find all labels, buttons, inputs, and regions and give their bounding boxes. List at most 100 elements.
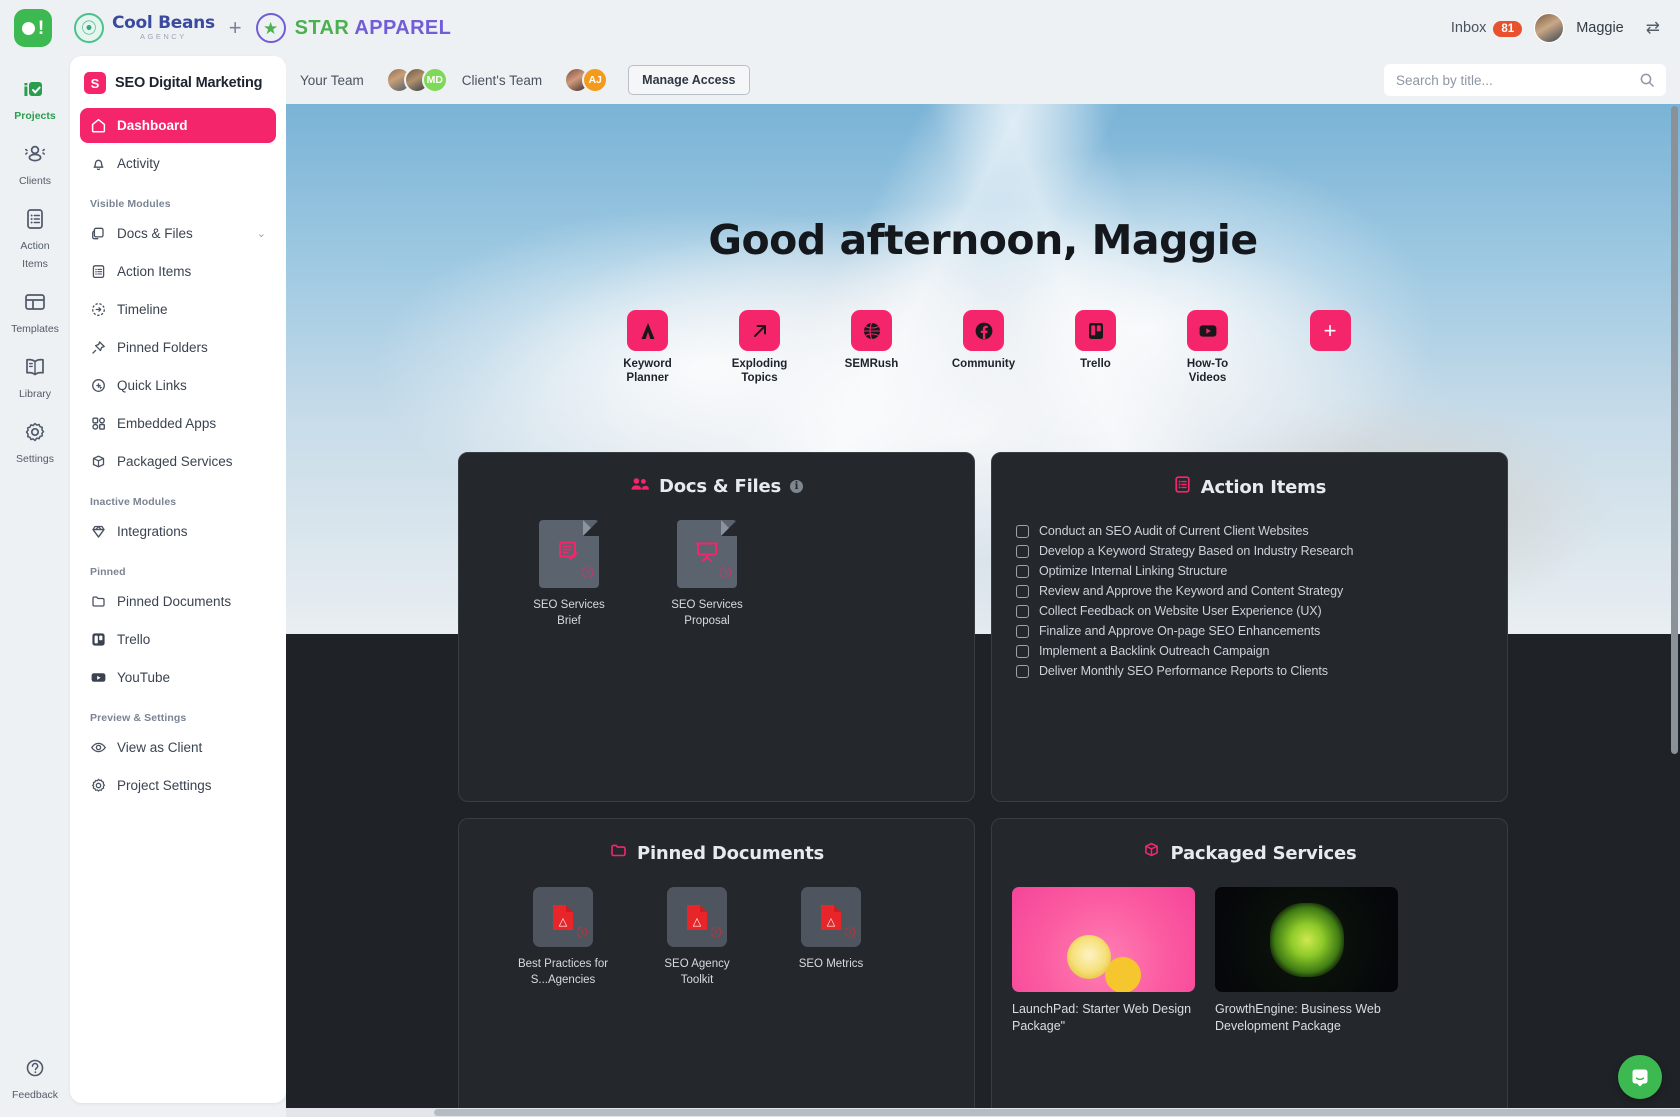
sync-badge-icon	[710, 925, 722, 943]
sidebar-item-youtube[interactable]: YouTube	[80, 660, 276, 695]
service-item[interactable]: GrowthEngine: Business Web Development P…	[1215, 887, 1398, 1036]
checkbox[interactable]	[1016, 524, 1029, 538]
clients-team-avatars[interactable]: AJ	[556, 67, 609, 93]
sidebar-label-activity: Activity	[117, 156, 160, 171]
packaged-services-card-title: Packaged Services	[1170, 842, 1357, 864]
quick-link-label: Trello	[1080, 358, 1111, 370]
action-item-row[interactable]: Conduct an SEO Audit of Current Client W…	[1012, 521, 1487, 541]
star-apparel-logo-icon: ★	[255, 13, 286, 43]
action-item-row[interactable]: Finalize and Approve On-page SEO Enhance…	[1012, 621, 1487, 641]
quick-link-keyword-planner[interactable]: Keyword Planner	[616, 310, 680, 386]
action-item-row[interactable]: Optimize Internal Linking Structure	[1012, 561, 1487, 581]
rail-item-projects[interactable]: i Projects	[4, 68, 66, 131]
service-item[interactable]: LaunchPad: Starter Web Design Package"	[1012, 887, 1195, 1036]
chevron-down-icon[interactable]: ⌄	[257, 227, 266, 240]
sidebar-item-pinned-documents[interactable]: Pinned Documents	[80, 584, 276, 619]
rail-item-feedback[interactable]: Feedback	[0, 1058, 70, 1103]
quick-link-community[interactable]: Community	[952, 310, 1016, 372]
sidebar-item-packaged-services[interactable]: Packaged Services	[80, 444, 276, 479]
switch-account-icon[interactable]: ⇄	[1646, 18, 1660, 38]
checkbox[interactable]	[1016, 664, 1029, 678]
vertical-scrollbar[interactable]	[1671, 106, 1678, 754]
cool-beans-brand[interactable]: Cool Beans AGENCY	[112, 14, 215, 41]
pinned-document-item[interactable]: △ SEO Agency Toolkit	[649, 887, 745, 988]
sidebar-item-action-items[interactable]: Action Items	[80, 254, 276, 289]
sidebar-item-dashboard[interactable]: Dashboard	[80, 108, 276, 143]
google-ads-icon	[627, 310, 668, 351]
quick-link-semrush[interactable]: SEMRush	[840, 310, 904, 372]
packaged-services-list: LaunchPad: Starter Web Design Package" G…	[1012, 887, 1487, 1036]
sidebar-item-view-as-client[interactable]: View as Client	[80, 730, 276, 765]
project-header[interactable]: S SEO Digital Marketing	[70, 56, 286, 108]
checkbox[interactable]	[1016, 604, 1029, 618]
action-item-row[interactable]: Develop a Keyword Strategy Based on Indu…	[1012, 541, 1487, 561]
page-fold	[583, 520, 599, 536]
add-quick-link-button[interactable]: +	[1309, 310, 1351, 351]
sidebar-item-quick-links[interactable]: Quick Links	[80, 368, 276, 403]
action-item-row[interactable]: Review and Approve the Keyword and Conte…	[1012, 581, 1487, 601]
module-card-grid: Docs & Files i SEO Services Brief SEO Se…	[458, 452, 1508, 1117]
manage-access-button[interactable]: Manage Access	[628, 65, 750, 95]
sidebar-item-integrations[interactable]: Integrations	[80, 514, 276, 549]
action-item-row[interactable]: Deliver Monthly SEO Performance Reports …	[1012, 661, 1487, 681]
sidebar-group-visible-modules: Visible Modules	[90, 198, 171, 210]
quick-link-how-to-videos[interactable]: How-To Videos	[1176, 310, 1240, 386]
sidebar-item-pinned-folders[interactable]: Pinned Folders	[80, 330, 276, 365]
svg-text:i: i	[23, 81, 29, 101]
pinned-document-item[interactable]: △ SEO Metrics	[783, 887, 879, 988]
rail-item-library[interactable]: Library	[4, 346, 66, 409]
pdf-icon: △	[801, 887, 861, 947]
arrow-up-right-icon	[739, 310, 780, 351]
inbox-link[interactable]: Inbox 81	[1451, 20, 1523, 37]
sidebar-item-docs-files[interactable]: Docs & Files ⌄	[80, 216, 276, 251]
user-name[interactable]: Maggie	[1576, 20, 1624, 36]
horizontal-scrollbar-thumb[interactable]	[434, 1109, 1680, 1116]
sidebar-item-timeline[interactable]: Timeline	[80, 292, 276, 327]
rail-item-clients[interactable]: Clients	[4, 133, 66, 196]
app-logo[interactable]: !	[14, 9, 52, 47]
rail-item-action-items[interactable]: Action Items	[4, 198, 66, 279]
sidebar-label-pinned-documents: Pinned Documents	[117, 594, 232, 609]
top-bar-right: Inbox 81 Maggie ⇄	[1451, 13, 1660, 43]
horizontal-scrollbar-track	[286, 1108, 1680, 1117]
pin-icon	[90, 339, 107, 356]
sidebar-item-trello[interactable]: Trello	[80, 622, 276, 657]
avatar-initials[interactable]: AJ	[582, 67, 609, 93]
search-icon[interactable]	[1639, 72, 1655, 93]
checkbox[interactable]	[1016, 644, 1029, 658]
your-team-avatars[interactable]: MD	[378, 67, 448, 93]
packaged-services-card-header: Packaged Services	[1012, 841, 1487, 865]
brand-subtitle: AGENCY	[140, 31, 187, 41]
info-icon[interactable]: i	[790, 480, 804, 493]
bell-icon	[90, 155, 107, 172]
action-item-row[interactable]: Implement a Backlink Outreach Campaign	[1012, 641, 1487, 661]
avatar[interactable]	[1534, 13, 1565, 43]
checkbox[interactable]	[1016, 584, 1029, 598]
sidebar-item-project-settings[interactable]: Project Settings	[80, 768, 276, 803]
star-word-2: APPAREL	[354, 16, 452, 39]
service-name: LaunchPad: Starter Web Design Package"	[1012, 1002, 1192, 1034]
intercom-chat-button[interactable]	[1618, 1055, 1662, 1099]
quick-link-trello[interactable]: Trello	[1064, 310, 1128, 372]
star-apparel-brand[interactable]: STAR APPAREL	[295, 17, 452, 40]
rail-label-settings: Settings	[16, 453, 54, 465]
rail-item-templates[interactable]: Templates	[4, 281, 66, 344]
file-item[interactable]: SEO Services Proposal	[659, 520, 755, 629]
rail-label-library: Library	[18, 388, 52, 400]
inbox-badge: 81	[1493, 21, 1523, 37]
avatar-initials[interactable]: MD	[421, 67, 448, 93]
checkbox[interactable]	[1016, 544, 1029, 558]
file-item[interactable]: SEO Services Brief	[521, 520, 617, 629]
action-item-row[interactable]: Collect Feedback on Website User Experie…	[1012, 601, 1487, 621]
checkbox[interactable]	[1016, 564, 1029, 578]
search-input[interactable]	[1384, 64, 1666, 96]
checkbox[interactable]	[1016, 624, 1029, 638]
projects-icon: i	[4, 77, 66, 103]
sidebar-item-embedded-apps[interactable]: Embedded Apps	[80, 406, 276, 441]
rail-item-settings[interactable]: Settings	[4, 411, 66, 474]
sidebar-item-activity[interactable]: Activity	[80, 146, 276, 181]
sync-badge-icon	[576, 925, 588, 943]
pinned-document-item[interactable]: △ Best Practices for S...Agencies	[515, 887, 611, 988]
action-item-label: Optimize Internal Linking Structure	[1039, 564, 1228, 578]
quick-link-exploding-topics[interactable]: Exploding Topics	[728, 310, 792, 386]
